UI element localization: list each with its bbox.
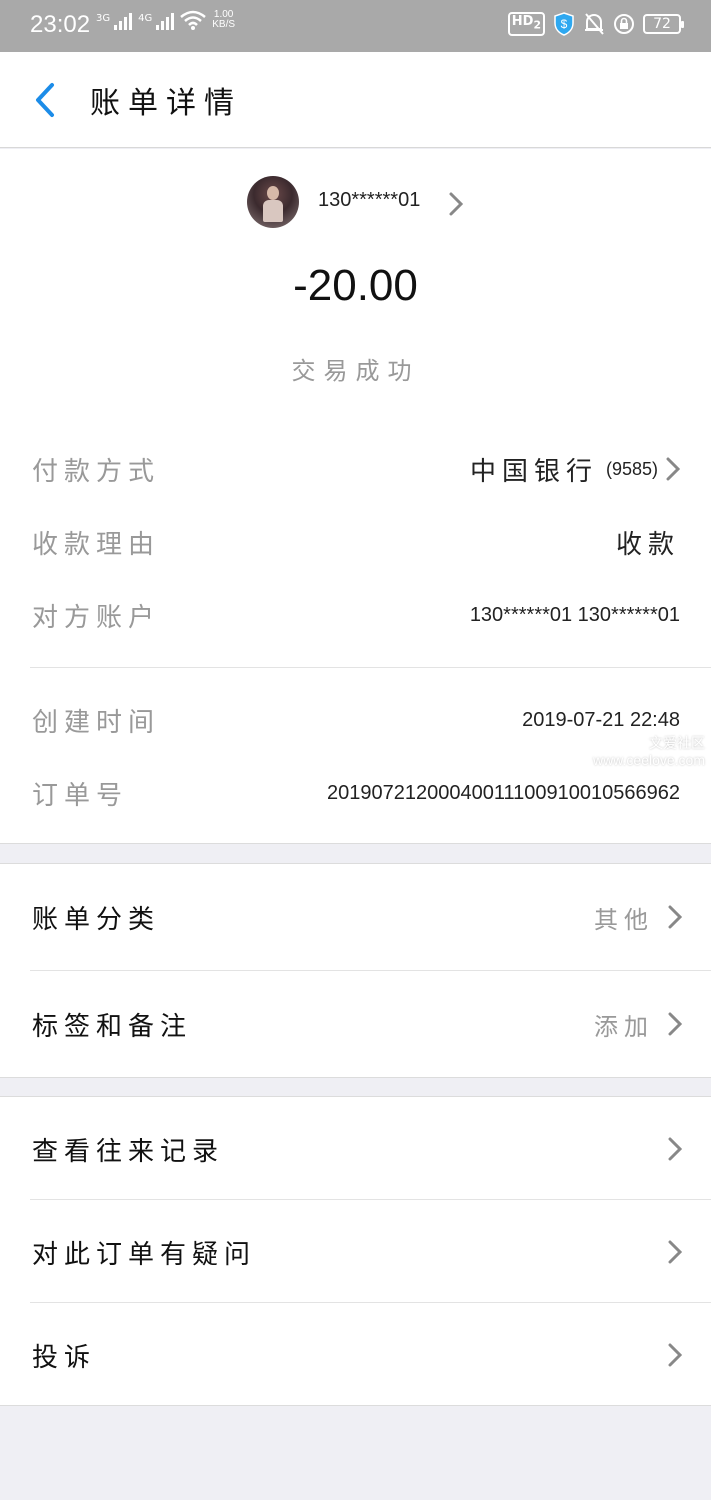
created-time-row: 创建时间 2019-07-21 22:48 (32, 700, 680, 740)
order-question-item[interactable]: 对此订单有疑问 (32, 1232, 682, 1272)
back-arrow-icon[interactable] (30, 80, 60, 120)
reason-value: 收款 (615, 529, 680, 560)
order-number-row: 订单号 20190721200040011100910010566962 (32, 773, 680, 813)
payment-method-value[interactable]: 中国银行 (9585) (470, 451, 680, 488)
reason-label: 收款理由 (32, 529, 161, 560)
signal-3g-icon: 3G (96, 13, 133, 30)
network-speed: 1.00 KB/S (212, 9, 236, 30)
created-time-value: 2019-07-21 22:48 (522, 708, 680, 731)
chevron-right-icon (666, 457, 680, 481)
payee-account[interactable]: 130******01 (318, 189, 420, 212)
reason-row: 收款理由 收款 (32, 522, 680, 562)
transaction-amount: -20.00 (293, 261, 418, 310)
network-indicators: 3G 4G 1.00 KB/S (96, 10, 235, 30)
bill-category-item[interactable]: 账单分类 其他 (32, 897, 682, 937)
chevron-right-icon (668, 905, 682, 929)
tags-notes-value: 添加 (594, 1012, 654, 1041)
account-row: 对方账户 130******01 130******01 (32, 595, 680, 635)
created-time-label: 创建时间 (32, 707, 161, 738)
wifi-icon (180, 10, 207, 30)
shield-dollar-icon: $ (554, 12, 574, 36)
chevron-right-icon[interactable] (448, 191, 464, 217)
chevron-right-icon (668, 1240, 682, 1264)
divider (30, 1302, 711, 1303)
divider (30, 1199, 711, 1200)
page-title: 账单详情 (90, 86, 242, 121)
account-value: 130******01 130******01 (469, 603, 680, 626)
hd-voice-icon: HD2 (507, 12, 545, 36)
complaint-item[interactable]: 投诉 (32, 1335, 682, 1375)
chevron-right-icon (668, 1012, 682, 1036)
payment-method-label: 付款方式 (32, 456, 161, 487)
watermark: 文爱社区 www.ceelove.com (592, 735, 705, 768)
battery-icon: 72 (643, 14, 684, 34)
status-right-icons: HD2 $ 72 (507, 12, 684, 36)
avatar[interactable] (247, 176, 299, 228)
divider (30, 667, 711, 668)
bill-actions-card: 查看往来记录 对此订单有疑问 投诉 (0, 1096, 711, 1406)
complaint-label: 投诉 (32, 1342, 97, 1373)
nav-bar: 账单详情 (0, 52, 711, 148)
view-history-item[interactable]: 查看往来记录 (32, 1129, 682, 1169)
order-number-label: 订单号 (32, 780, 129, 811)
divider (30, 970, 711, 971)
bell-muted-icon (585, 13, 604, 35)
order-question-label: 对此订单有疑问 (32, 1239, 257, 1270)
bill-category-value: 其他 (594, 905, 654, 934)
chevron-right-icon (668, 1137, 682, 1161)
chevron-right-icon (668, 1343, 682, 1367)
status-time: 23:02 (30, 11, 91, 38)
svg-text:$: $ (561, 17, 568, 31)
status-bar: 23:02 3G 4G 1.00 KB/S HD2 $ 72 (0, 0, 711, 52)
bill-options-card: 账单分类 其他 标签和备注 添加 (0, 863, 711, 1078)
view-history-label: 查看往来记录 (32, 1136, 225, 1167)
account-label: 对方账户 (32, 602, 161, 633)
order-number-value: 20190721200040011100910010566962 (327, 781, 680, 804)
signal-4g-icon: 4G (138, 13, 175, 30)
lock-rotation-icon (614, 14, 634, 34)
payment-method-row[interactable]: 付款方式 中国银行 (9585) (32, 449, 680, 489)
bill-category-label: 账单分类 (32, 904, 161, 935)
tags-notes-item[interactable]: 标签和备注 添加 (32, 1004, 682, 1044)
tags-notes-label: 标签和备注 (32, 1011, 193, 1042)
transaction-status: 交易成功 (291, 357, 420, 385)
